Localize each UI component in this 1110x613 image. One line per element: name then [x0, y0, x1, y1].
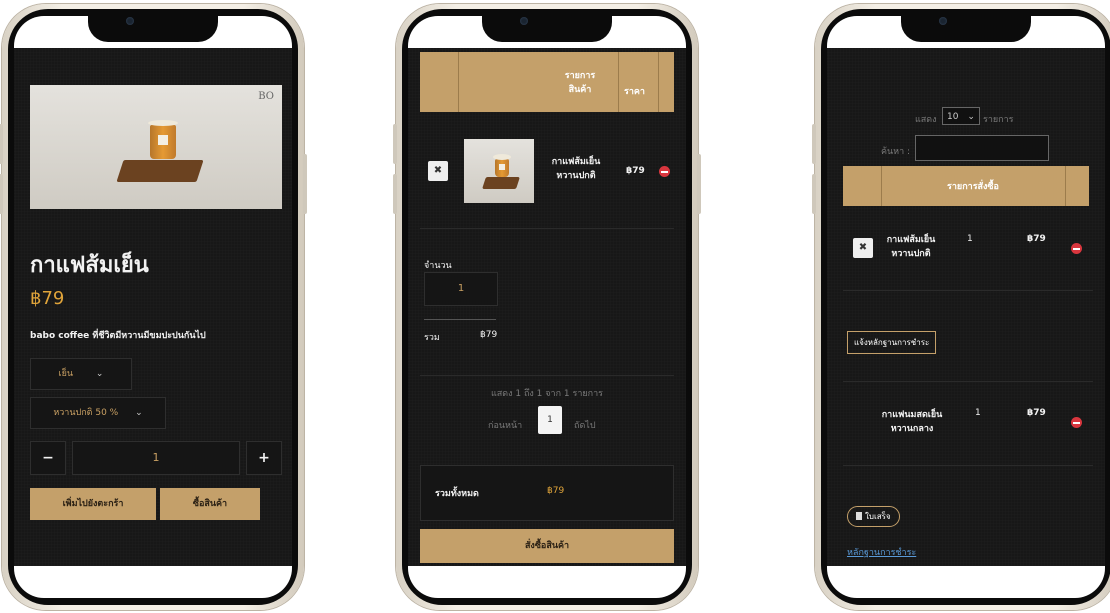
order-item-price: ฿79 — [1027, 408, 1046, 418]
subtotal-value: ฿79 — [480, 330, 498, 340]
remove-item-button[interactable]: ✖ — [428, 161, 448, 181]
remove-circle-icon[interactable] — [1071, 243, 1082, 254]
receipt-button[interactable]: ใบเสร็จ — [847, 506, 900, 527]
document-icon — [856, 512, 862, 520]
remove-circle-icon[interactable] — [659, 166, 670, 177]
receipt-button-label: ใบเสร็จ — [865, 512, 891, 521]
sweetness-select-value: หวานปกติ 50 % — [53, 408, 119, 418]
remove-circle-icon[interactable] — [1071, 417, 1082, 428]
cart-item-price: ฿79 — [626, 166, 645, 176]
header-items: รายการ สินค้า — [564, 71, 596, 95]
chevron-down-icon: ⌄ — [967, 112, 975, 122]
orders-screen: แสดง 10 ⌄ รายการ ค้นหา : รายการสั่งซื้อ … — [827, 48, 1105, 566]
next-page-button[interactable]: ถัดไป — [574, 418, 596, 432]
sweetness-select[interactable]: หวานปกติ 50 % ⌄ — [30, 397, 166, 429]
qty-minus-button[interactable]: − — [30, 441, 66, 475]
brand-mark: BO — [258, 91, 274, 102]
table-info: แสดง 1 ถึง 1 จาก 1 รายการ — [491, 389, 603, 399]
product-price: ฿79 — [30, 288, 65, 309]
page-size-select[interactable]: 10 ⌄ — [942, 107, 980, 125]
payment-proof-button[interactable]: แจ้งหลักฐานการชำระ — [847, 331, 937, 354]
temperature-select-value: เย็น — [58, 369, 74, 379]
cart-table-header: รายการ สินค้า ราคา — [420, 52, 674, 112]
cart-qty-input[interactable]: 1 — [424, 272, 498, 306]
cart-item-name: กาแฟส้มเย็น หวานปกติ — [551, 157, 601, 181]
phone-product: BO กาแฟส้มเย็น ฿79 babo coffee ที่ชีวิตม… — [0, 4, 307, 610]
orders-table-header: รายการสั่งซื้อ — [843, 166, 1089, 206]
total-label: รวมทั้งหมด — [435, 489, 479, 499]
quantity-input[interactable]: 1 — [72, 441, 240, 475]
total-value: ฿79 — [547, 486, 565, 496]
chevron-down-icon: ⌄ — [135, 408, 143, 418]
checkout-button[interactable]: สั่งซื้อสินค้า — [420, 529, 674, 563]
chevron-down-icon: ⌄ — [95, 369, 104, 379]
product-image: BO — [30, 85, 282, 209]
search-label: ค้นหา : — [881, 147, 911, 157]
total-box: รวมทั้งหมด ฿79 — [420, 465, 674, 521]
phone-cart: รายการ สินค้า ราคา ✖ กาแฟส้มเย็น หวานปกต… — [393, 4, 701, 610]
orders-header-label: รายการสั่งซื้อ — [947, 182, 999, 192]
page-size-value: 10 — [947, 112, 959, 122]
buy-now-button[interactable]: ซื้อสินค้า — [160, 488, 260, 520]
show-label: แสดง — [915, 115, 937, 125]
qty-plus-button[interactable]: + — [246, 441, 282, 475]
order-item-name: กาแฟส้มเย็น หวานปกติ — [886, 235, 936, 259]
order-item-price: ฿79 — [1027, 234, 1046, 244]
cart-item-image — [464, 139, 534, 203]
subtotal-label: รวม — [424, 333, 440, 343]
product-title: กาแฟส้มเย็น — [30, 253, 149, 278]
order-item-qty: 1 — [967, 234, 973, 244]
add-to-cart-button[interactable]: เพิ่มไปยังตะกร้า — [30, 488, 156, 520]
payment-proof-link[interactable]: หลักฐานการชำระ — [847, 545, 916, 559]
remove-order-button-1[interactable]: ✖ — [853, 238, 873, 258]
product-screen: BO กาแฟส้มเย็น ฿79 babo coffee ที่ชีวิตม… — [14, 48, 292, 566]
qty-label: จำนวน — [424, 261, 452, 271]
cart-screen: รายการ สินค้า ราคา ✖ กาแฟส้มเย็น หวานปกต… — [408, 48, 686, 566]
product-description: babo coffee ที่ชีวิตมีหวานมีขมปะปนกันไป — [30, 331, 206, 341]
order-item-qty: 1 — [975, 408, 981, 418]
temperature-select[interactable]: เย็น ⌄ — [30, 358, 132, 390]
phone-orders: แสดง 10 ⌄ รายการ ค้นหา : รายการสั่งซื้อ … — [812, 4, 1110, 610]
header-price: ราคา — [624, 87, 645, 97]
prev-page-button[interactable]: ก่อนหน้า — [488, 418, 522, 432]
order-item-name: กาแฟนมสดเย็น หวานกลาง — [881, 410, 943, 434]
search-input[interactable] — [915, 135, 1049, 161]
show-unit: รายการ — [983, 115, 1014, 125]
page-1-button[interactable]: 1 — [538, 406, 562, 434]
